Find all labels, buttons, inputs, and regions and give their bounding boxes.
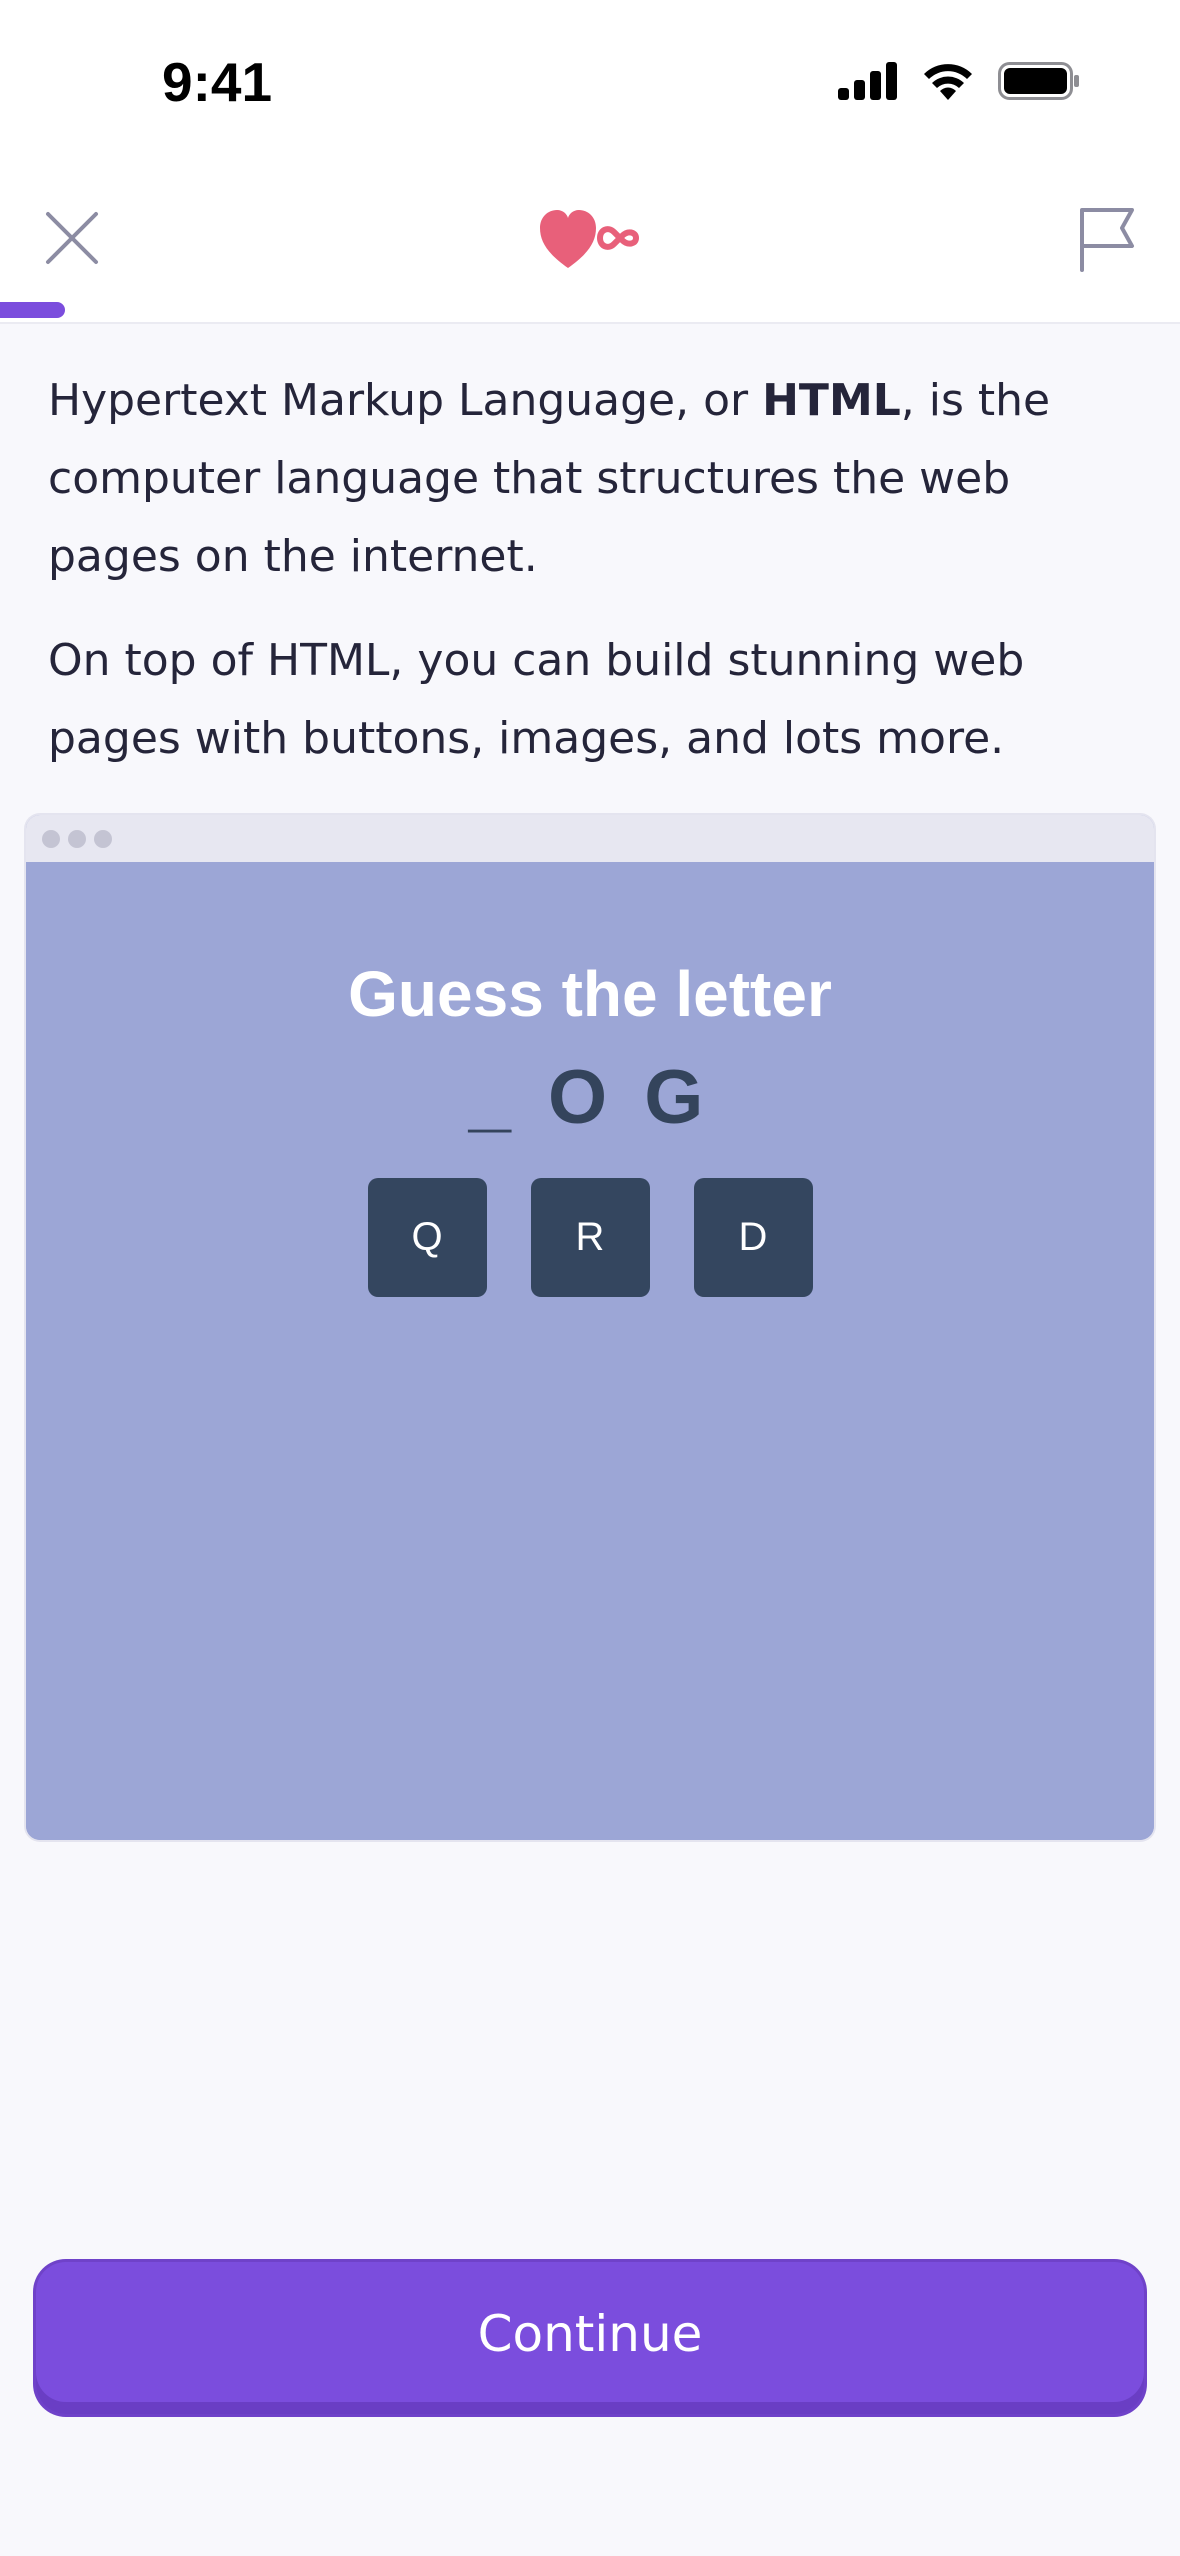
heart-infinity-icon	[540, 210, 640, 268]
battery-icon	[998, 62, 1079, 100]
letter-button[interactable]: D	[693, 1178, 813, 1297]
close-button[interactable]	[44, 210, 100, 266]
flag-icon	[1080, 208, 1134, 272]
wifi-icon	[924, 64, 972, 100]
close-icon	[46, 212, 98, 264]
lesson-text: Hypertext Markup Language, or HTML, is t…	[48, 362, 1138, 804]
window-dot	[68, 830, 86, 848]
lesson-paragraph-2: On top of HTML, you can build stunning w…	[48, 635, 1025, 764]
preview-content: Guess the letter _ O G Q R D	[26, 862, 1154, 1840]
status-time: 9:41	[162, 51, 273, 113]
browser-preview: Guess the letter _ O G Q R D	[26, 815, 1154, 1840]
cellular-signal-icon	[838, 62, 897, 100]
game-title: Guess the letter	[348, 958, 832, 1030]
lesson-p1-bold: HTML	[762, 375, 901, 426]
screen: 9:41 Hypertext Markup Language, or HTML,…	[0, 0, 1180, 2556]
letter-options: Q R D	[26, 1178, 1154, 1297]
lives-indicator	[538, 208, 648, 272]
lesson-progress-bar	[0, 302, 1180, 318]
lesson-p1-start: Hypertext Markup Language, or	[48, 375, 763, 426]
letter-button[interactable]: R	[530, 1178, 650, 1297]
window-dot	[94, 830, 112, 848]
lesson-paragraph-1: Hypertext Markup Language, or HTML, is t…	[48, 362, 1138, 596]
window-dot	[42, 830, 60, 848]
status-icons	[838, 62, 1080, 100]
preview-window-bar	[26, 815, 1154, 862]
report-button[interactable]	[1078, 206, 1136, 272]
lesson-progress-fill	[0, 302, 65, 318]
continue-button[interactable]: Continue	[36, 2262, 1144, 2414]
letter-button[interactable]: Q	[367, 1178, 487, 1297]
guess-word: _ O G	[468, 1055, 712, 1140]
status-bar: 9:41	[0, 0, 1180, 180]
